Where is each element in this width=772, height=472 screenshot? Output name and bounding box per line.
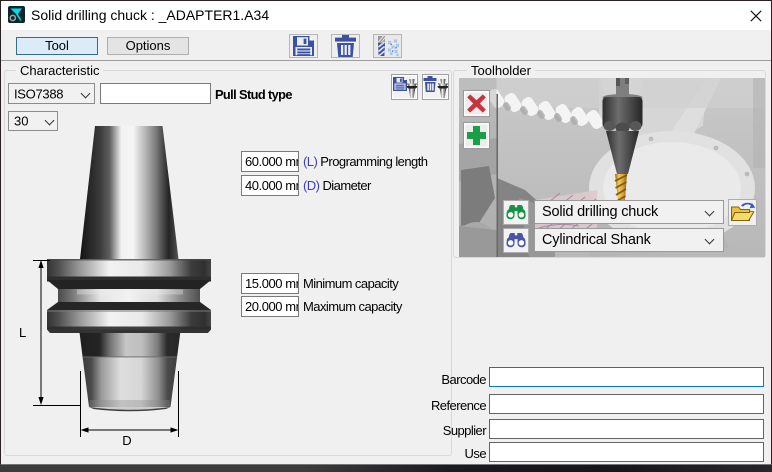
svg-text:D: D bbox=[122, 433, 131, 448]
